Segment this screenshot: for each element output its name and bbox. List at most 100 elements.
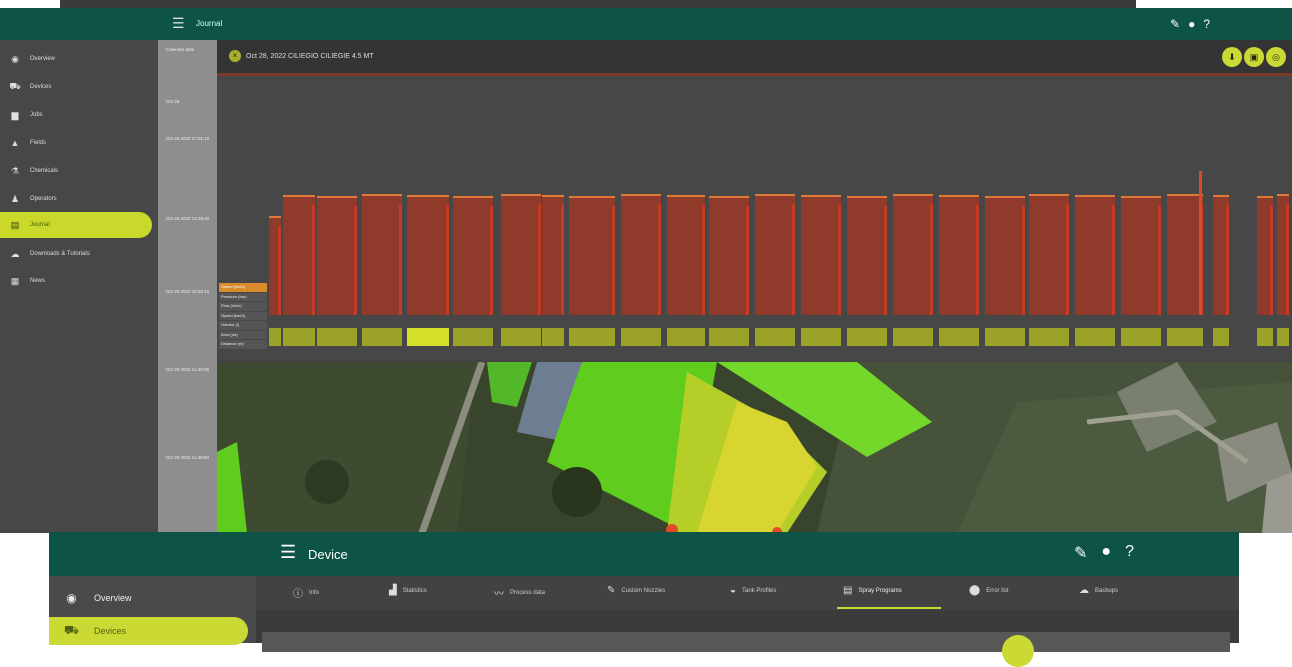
timeline-entry[interactable]: Oct 28 2022 11:49:50: [166, 454, 212, 461]
tab-tank-profiles[interactable]: ◒ Tank Profiles: [730, 585, 776, 596]
download-icon[interactable]: ⬇: [1222, 47, 1242, 67]
sidebar-item-journal[interactable]: ▤ Journal: [0, 212, 152, 238]
journal-window: ☰ Journal ✎ ● ? ◉ Overview ⛟ Devices ▆ Jobs…: [0, 0, 1292, 533]
sidebar-item-label: Devices: [30, 84, 52, 90]
chart-bar: [362, 194, 402, 315]
journal-timeline[interactable]: Calendar date Oct 28 Oct 28 2022 17:01:1…: [158, 40, 217, 533]
page-title: Journal: [196, 19, 223, 28]
timeline-entry[interactable]: Oct 28 2022 14:29:40: [166, 215, 212, 222]
tab-custom-nozzles[interactable]: ✎ Custom Nozzles: [607, 585, 665, 596]
tab-info[interactable]: ⓘ Info: [293, 585, 319, 600]
legend-item-area[interactable]: Area (ha): [219, 330, 267, 339]
timeline-entry[interactable]: Oct 28: [166, 98, 212, 105]
chart-spike: [1199, 171, 1202, 315]
close-icon[interactable]: ×: [229, 50, 241, 62]
chart-spike: [702, 205, 705, 315]
chart-bar-edge: [801, 195, 841, 197]
chart-bar: [939, 195, 979, 315]
chart-canvas[interactable]: [217, 76, 1292, 359]
globe-icon[interactable]: ●: [1188, 17, 1195, 31]
machine-activity-bar: [1257, 328, 1273, 346]
sidebar-item-label: Overview: [30, 56, 56, 62]
sidebar-item-news[interactable]: ▦ News: [0, 268, 152, 294]
help-icon[interactable]: ?: [1125, 543, 1134, 563]
nozzle-icon: ✎: [607, 585, 616, 596]
chart-bar: [801, 195, 841, 315]
device-sidebar: ◉ Overview ⛟ Devices: [49, 576, 256, 645]
sidebar-item-chemicals[interactable]: ⚗ Chemicals: [0, 158, 152, 184]
help-icon[interactable]: ?: [1203, 17, 1210, 31]
pencil-icon[interactable]: ✎: [1170, 17, 1180, 31]
spray-programs-panel: [262, 632, 1230, 652]
globe-icon[interactable]: ●: [1101, 543, 1111, 563]
chart-bar-edge: [939, 195, 979, 197]
pencil-icon[interactable]: ✎: [1074, 543, 1087, 563]
info-icon: ⓘ: [293, 589, 303, 600]
chart-bar-edge: [501, 194, 541, 196]
sidebar-item-overview[interactable]: ◉ Overview: [0, 46, 152, 72]
field-icon: ▲: [10, 138, 20, 148]
legend-item-distance[interactable]: Distance (m): [219, 340, 267, 349]
legend-item-flow[interactable]: Flow (l/min): [219, 302, 267, 311]
error-icon: ⬤: [969, 585, 981, 596]
chart-bar: [283, 195, 315, 315]
sidebar-item-jobs[interactable]: ▆ Jobs: [0, 102, 152, 128]
add-button[interactable]: [1002, 635, 1034, 667]
chart-bar-edge: [362, 194, 402, 196]
legend-item-volume[interactable]: Volume (l): [219, 321, 267, 330]
menu-icon[interactable]: ☰: [280, 542, 296, 563]
sidebar-item-label: Journal: [30, 222, 50, 228]
news-icon: ▦: [10, 275, 20, 286]
sidebar-item-devices[interactable]: ⛟ Devices: [0, 74, 152, 100]
tractor-icon: ⛟: [9, 81, 21, 91]
tractor-icon: ⛟: [63, 623, 80, 637]
sidebar-item-downloads[interactable]: ☁ Downloads & Tutorials: [0, 241, 152, 267]
field-map[interactable]: [217, 362, 1292, 533]
tab-label: Spray Programs: [858, 587, 902, 594]
chart-bar: [1167, 194, 1203, 315]
chart-bar: [621, 194, 661, 315]
sidebar-item-operators[interactable]: ♟ Operators: [0, 186, 152, 212]
tab-label: Backups: [1095, 587, 1119, 594]
timeline-entry[interactable]: Calendar date: [166, 46, 212, 53]
machine-activity-bar: [1029, 328, 1069, 346]
sidebar-item-devices[interactable]: ⛟ Devices: [49, 617, 248, 645]
tab-process-data[interactable]: 〰 Process data: [494, 585, 545, 600]
layers-icon[interactable]: ◎: [1266, 47, 1286, 67]
chart-spike: [976, 205, 979, 315]
tab-backups[interactable]: ☁ Backups: [1079, 585, 1118, 596]
save-icon[interactable]: ▣: [1244, 47, 1264, 67]
chart-spike: [884, 206, 887, 315]
sidebar-item-label: Downloads & Tutorials: [30, 251, 90, 257]
timeline-entry[interactable]: Oct 28 2022 17:01:10: [166, 135, 212, 142]
legend-item-speed-2[interactable]: Speed (km/h): [219, 311, 267, 320]
machine-activity-bar: [407, 328, 449, 346]
chart-spike: [746, 206, 749, 315]
legend-item-pressure[interactable]: Pressure (bar): [219, 292, 267, 301]
chart-bar: [542, 195, 564, 315]
legend-item-speed[interactable]: Speed (km/h): [219, 283, 267, 292]
sidebar-item-label: Devices: [94, 626, 127, 636]
tab-error-list[interactable]: ⬤ Error list: [969, 585, 1009, 596]
timeline-entry[interactable]: Oct 28 2022 10:32:15: [166, 288, 212, 295]
chart-legend[interactable]: Speed (km/h) Pressure (bar) Flow (l/min)…: [219, 283, 267, 350]
machine-activity-bar: [985, 328, 1025, 346]
chart-bar: [1075, 195, 1115, 315]
chart-bar-edge: [709, 196, 749, 198]
chart-bar: [709, 196, 749, 315]
tab-statistics[interactable]: ▟ Statistics: [389, 585, 427, 596]
map-canvas[interactable]: [217, 362, 1292, 533]
machine-activity-bar: [709, 328, 749, 346]
tab-spray-programs[interactable]: ▤ Spray Programs: [843, 585, 902, 596]
chart-bar: [1029, 194, 1069, 315]
timeline-entry[interactable]: Oct 28 2022 11:40:06: [166, 366, 212, 373]
menu-icon[interactable]: ☰: [172, 15, 185, 32]
chart-bar-edge: [569, 196, 615, 198]
chemicals-icon: ⚗: [10, 165, 20, 176]
cloud-upload-icon: ☁: [1079, 585, 1089, 596]
process-chart[interactable]: Speed (km/h) Pressure (bar) Flow (l/min)…: [217, 76, 1292, 392]
sidebar-item-overview[interactable]: ◉ Overview: [49, 584, 131, 612]
sidebar-item-fields[interactable]: ▲ Fields: [0, 130, 152, 156]
machine-activity-bar: [939, 328, 979, 346]
chart-bar-edge: [269, 216, 281, 218]
